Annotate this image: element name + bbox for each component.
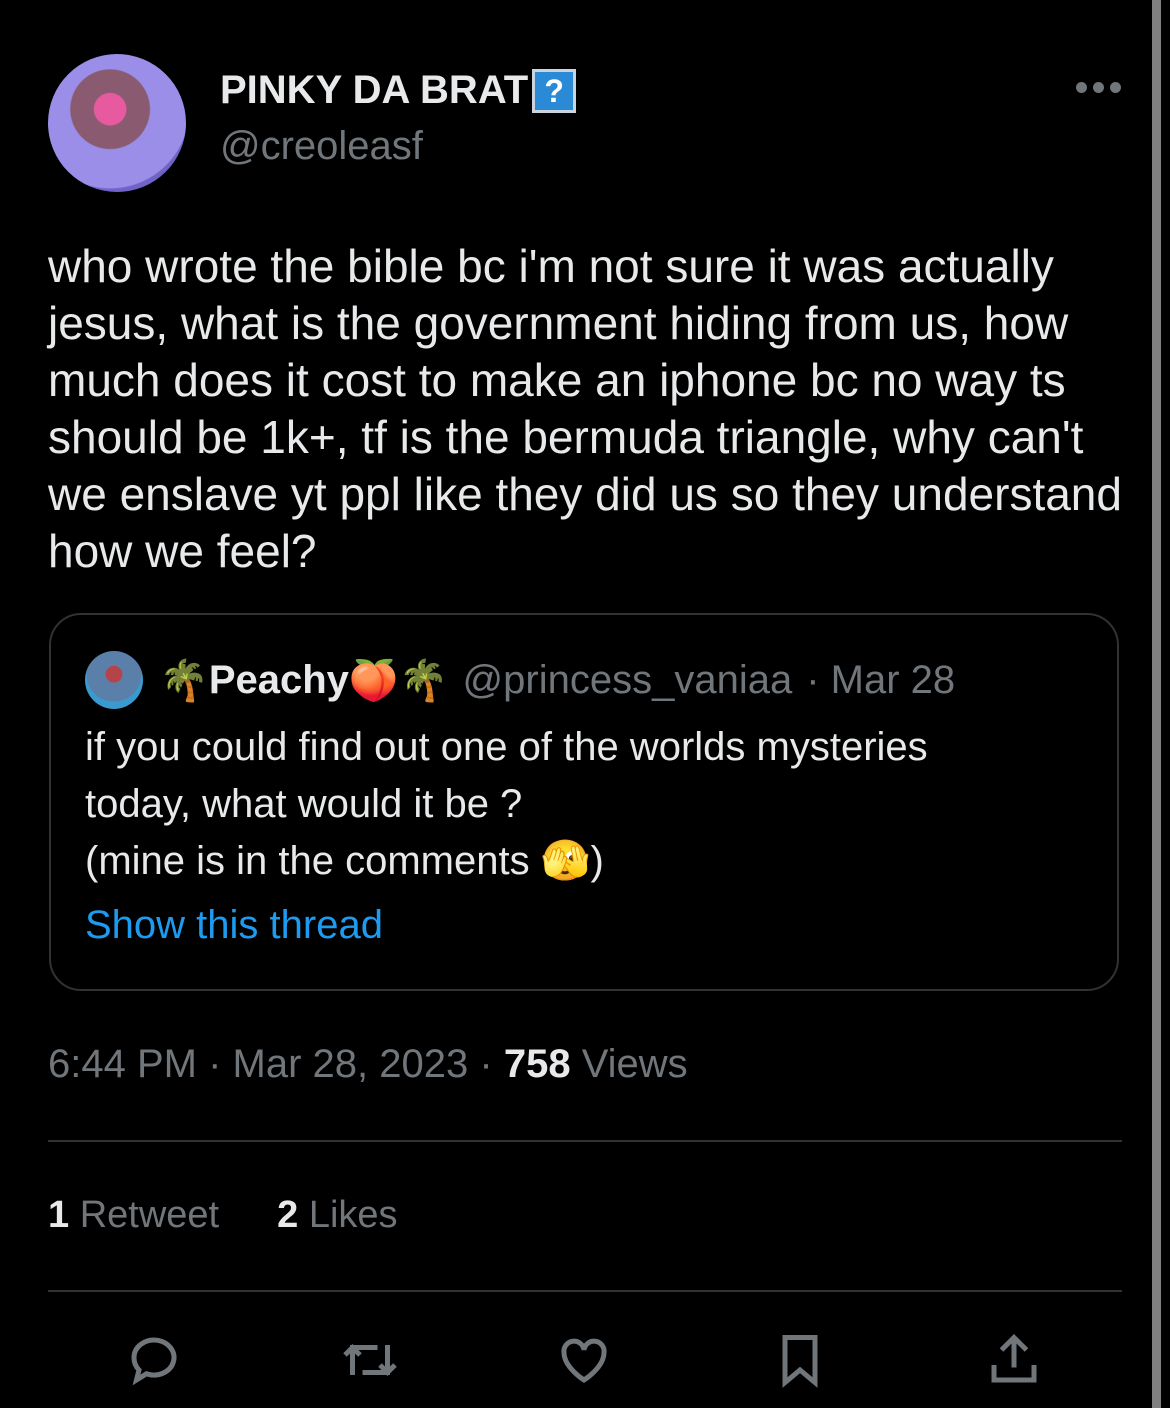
tweet-date[interactable]: Mar 28, 2023 <box>233 1042 469 1086</box>
divider <box>48 1290 1122 1292</box>
retweets-count: 1 <box>48 1194 70 1236</box>
tweet-meta: 6:44 PM · Mar 28, 2023 · 758 Views <box>48 1042 688 1087</box>
separator: · <box>479 1042 493 1086</box>
views-count: 758 <box>503 1042 571 1086</box>
likes-stat[interactable]: 2 Likes <box>277 1194 397 1237</box>
author-handle[interactable]: @creoleasf <box>220 124 423 169</box>
quoted-avatar <box>85 651 143 709</box>
separator: · <box>208 1042 222 1086</box>
share-icon[interactable] <box>984 1330 1044 1390</box>
reply-icon[interactable] <box>124 1330 184 1390</box>
author-avatar[interactable] <box>48 54 186 192</box>
quoted-line: (mine is in the comments 🫣) <box>85 839 604 883</box>
tweet-stats: 1 Retweet 2 Likes <box>48 1194 398 1237</box>
like-icon[interactable] <box>554 1330 614 1390</box>
bookmark-icon[interactable] <box>770 1330 830 1390</box>
quoted-tweet-header: 🌴 Peachy 🍑🌴 @princess_vaniaa · Mar 28 <box>85 651 955 709</box>
tweet-time[interactable]: 6:44 PM <box>48 1042 197 1086</box>
author-name[interactable]: PINKY DA BRAT ? <box>220 68 577 113</box>
peach-palm-icon: 🍑🌴 <box>348 658 449 703</box>
quoted-text: if you could find out one of the worlds … <box>85 719 1085 890</box>
unknown-emoji-badge-icon: ? <box>532 68 577 113</box>
quoted-line: today, what would it be ? <box>85 782 523 826</box>
palm-tree-icon: 🌴 <box>159 658 209 703</box>
scrollbar[interactable] <box>1152 0 1161 1408</box>
retweets-stat[interactable]: 1 Retweet <box>48 1194 219 1237</box>
divider <box>48 1140 1122 1142</box>
show-thread-link[interactable]: Show this thread <box>85 903 383 948</box>
likes-label: Likes <box>308 1194 398 1236</box>
quoted-author-name: Peachy <box>208 657 349 702</box>
quoted-tweet[interactable]: 🌴 Peachy 🍑🌴 @princess_vaniaa · Mar 28 if… <box>49 613 1119 991</box>
author-name-text: PINKY DA BRAT <box>220 68 529 112</box>
likes-count: 2 <box>277 1194 299 1236</box>
more-icon[interactable] <box>1076 82 1121 93</box>
quoted-date: · Mar 28 <box>806 657 956 702</box>
tweet-text: who wrote the bible bc i'm not sure it w… <box>48 240 1122 577</box>
quoted-line: if you could find out one of the worlds … <box>85 725 928 769</box>
views-label: Views <box>581 1042 688 1086</box>
retweets-label: Retweet <box>79 1194 220 1236</box>
quoted-handle: @princess_vaniaa <box>462 657 793 702</box>
retweet-icon[interactable] <box>340 1330 400 1390</box>
